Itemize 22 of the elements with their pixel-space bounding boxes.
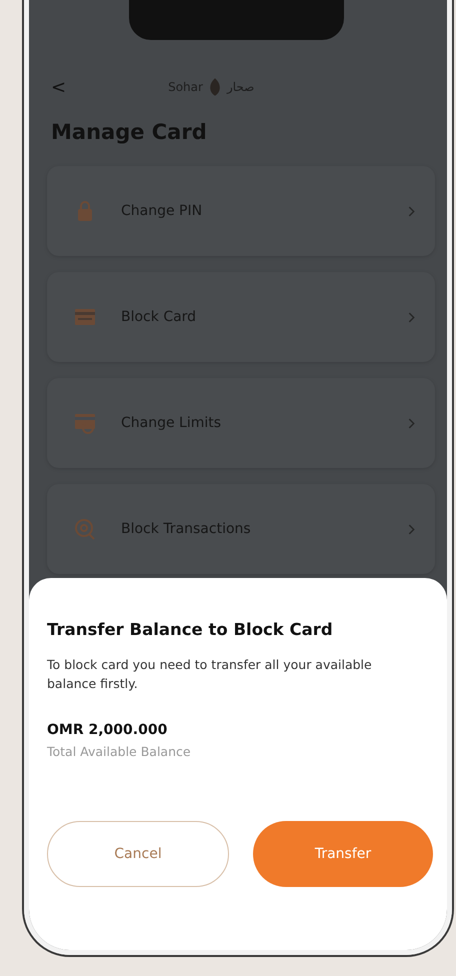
- menu-item-label: Change PIN: [121, 203, 204, 219]
- menu-item[interactable]: Change PIN: [47, 166, 435, 256]
- chevron-right-icon: [408, 312, 415, 322]
- cancel-button[interactable]: Cancel: [47, 820, 229, 887]
- chevron-right-icon: [408, 524, 415, 534]
- back-button[interactable]: <: [51, 76, 66, 98]
- menu-item-label: Change Limits: [121, 415, 222, 431]
- transfer-button[interactable]: Transfer: [253, 820, 433, 887]
- menu-item-label: Block Card: [121, 309, 198, 325]
- chevron-right-icon: [408, 206, 415, 216]
- menu-item[interactable]: Block Card: [47, 272, 435, 362]
- card-gauge-icon: [73, 411, 97, 435]
- menu-item[interactable]: Change Limits: [47, 378, 435, 468]
- menu-item[interactable]: Block Transactions: [47, 484, 435, 574]
- page-title: Manage Card: [50, 119, 208, 144]
- menu-item-label: Block Transactions: [121, 521, 252, 537]
- chevron-right-icon: [408, 418, 415, 428]
- balance-caption: Total Available Balance: [47, 744, 192, 759]
- sheet-title: Transfer Balance to Block Card: [47, 620, 334, 639]
- magnifier-icon: [73, 517, 97, 541]
- balance-amount: OMR 2,000.000: [47, 722, 168, 738]
- sheet-message: To block card you need to transfer all your available balance firstly.: [47, 656, 373, 694]
